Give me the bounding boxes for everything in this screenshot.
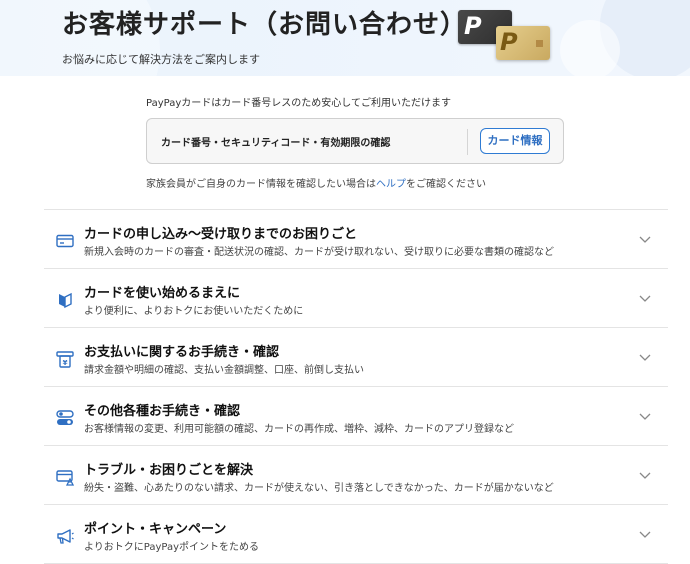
family-note-text: をご確認ください <box>406 179 486 190</box>
category-getting-started[interactable]: カードを使い始めるまえに より便利に、よりおトクにお使いいただくために <box>44 268 668 327</box>
category-description: お客様情報の変更、利用可能額の確認、カードの再作成、増枠、減枠、カードのアプリ登… <box>84 424 514 435</box>
divider <box>467 129 468 155</box>
category-title: その他各種お手続き・確認 <box>84 404 241 419</box>
credit-card-icon <box>56 234 74 248</box>
payment-icon: ¥ <box>56 351 74 368</box>
family-member-note: 家族会員がご自身のカード情報を確認したい場合はヘルプをご確認ください <box>146 175 486 190</box>
svg-text:¥: ¥ <box>63 359 68 367</box>
category-description: 新規入会時のカードの審査・配送状況の確認、カードが受け取れない、受け取りに必要な… <box>84 247 554 258</box>
paypay-card-gold-image: P <box>496 26 550 60</box>
page-title: お客様サポート（お問い合わせ） <box>62 10 468 40</box>
family-note-text: 家族会員がご自身のカード情報を確認したい場合は <box>146 179 376 190</box>
category-description: 請求金額や明細の確認、支払い金額調整、口座、前倒し支払い <box>84 365 364 376</box>
chevron-down-icon <box>639 413 651 420</box>
decorative-circle <box>560 20 620 76</box>
category-payment[interactable]: ¥ お支払いに関するお手続き・確認 請求金額や明細の確認、支払い金額調整、口座、… <box>44 327 668 386</box>
category-description: より便利に、よりおトクにお使いいただくために <box>84 306 304 317</box>
help-link[interactable]: ヘルプ <box>376 179 406 190</box>
beginner-mark-icon <box>59 292 72 309</box>
card-info-button[interactable]: カード情報 <box>480 128 550 154</box>
category-other-procedures[interactable]: その他各種お手続き・確認 お客様情報の変更、利用可能額の確認、カードの再作成、増… <box>44 386 668 445</box>
card-info-box: カード番号・セキュリティコード・有効期限の確認 カード情報 <box>146 118 564 164</box>
category-title: お支払いに関するお手続き・確認 <box>84 345 280 360</box>
settings-toggle-icon <box>56 410 74 425</box>
chevron-down-icon <box>639 354 651 361</box>
page-subtitle: お悩みに応じて解決方法をご案内します <box>62 53 260 66</box>
category-description: よりおトクにPayPayポイントをためる <box>84 542 260 553</box>
category-title: トラブル・お困りごとを解決 <box>84 463 254 478</box>
support-category-list: カードの申し込み〜受け取りまでのお困りごと 新規入会時のカードの審査・配送状況の… <box>44 209 668 564</box>
category-points-campaign[interactable]: ポイント・キャンペーン よりおトクにPayPayポイントをためる <box>44 504 668 564</box>
chevron-down-icon <box>639 472 651 479</box>
category-trouble[interactable]: トラブル・お困りごとを解決 紛失・盗難、心あたりのない請求、カードが使えない、引… <box>44 445 668 504</box>
card-warning-icon <box>56 470 74 486</box>
card-number-less-notice: PayPayカードはカード番号レスのため安心してご利用いただけます <box>146 98 451 109</box>
category-description: 紛失・盗難、心あたりのない請求、カードが使えない、引き落としできなかった、カード… <box>84 483 554 494</box>
category-application[interactable]: カードの申し込み〜受け取りまでのお困りごと 新規入会時のカードの審査・配送状況の… <box>44 209 668 268</box>
category-title: ポイント・キャンペーン <box>84 522 227 537</box>
megaphone-icon <box>57 529 74 544</box>
card-info-label: カード番号・セキュリティコード・有効期限の確認 <box>161 138 391 149</box>
category-title: カードの申し込み〜受け取りまでのお困りごと <box>84 227 358 242</box>
hero-banner: お客様サポート（お問い合わせ） お悩みに応じて解決方法をご案内します P P <box>0 0 690 76</box>
chevron-down-icon <box>639 295 651 302</box>
category-title: カードを使い始めるまえに <box>84 286 241 301</box>
chevron-down-icon <box>639 236 651 243</box>
chevron-down-icon <box>639 531 651 538</box>
